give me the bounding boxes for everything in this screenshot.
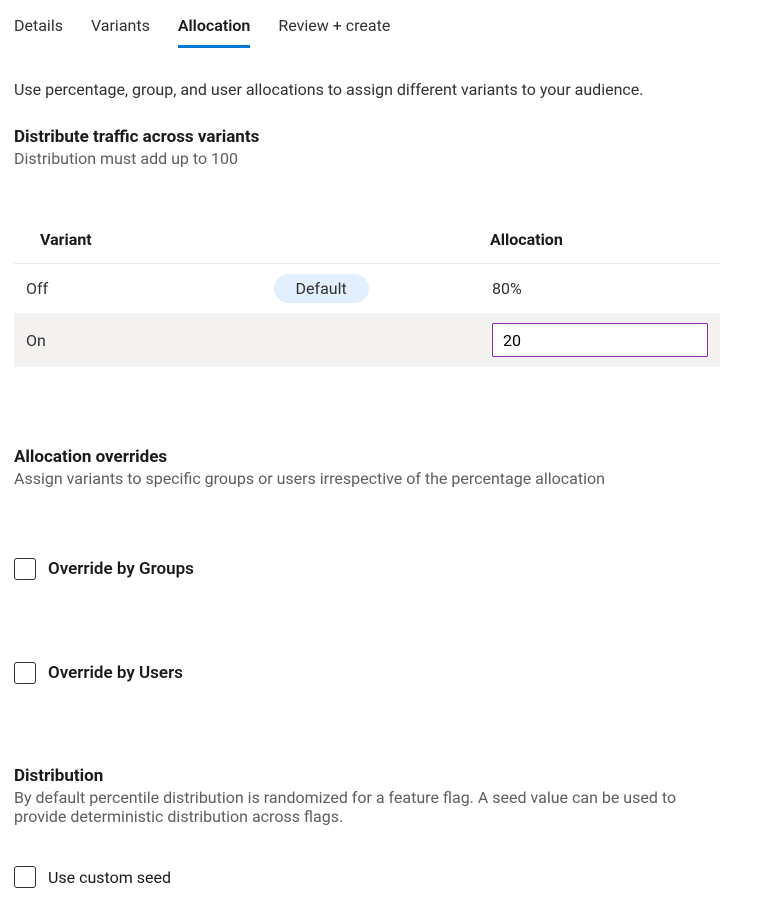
variant-name-cell: On bbox=[14, 313, 262, 367]
override-groups-row: Override by Groups bbox=[14, 558, 768, 580]
override-users-label: Override by Users bbox=[48, 663, 183, 683]
variant-name-cell: Off bbox=[14, 264, 262, 314]
overrides-title: Allocation overrides bbox=[14, 447, 768, 467]
variant-default-cell: Default bbox=[262, 264, 480, 314]
override-users-checkbox[interactable] bbox=[14, 662, 36, 684]
col-header-variant: Variant bbox=[14, 216, 262, 264]
allocation-input-cell bbox=[480, 313, 720, 367]
override-users-row: Override by Users bbox=[14, 662, 768, 684]
overrides-subtitle: Assign variants to specific groups or us… bbox=[14, 469, 714, 488]
override-groups-label: Override by Groups bbox=[48, 559, 194, 579]
tab-bar: Details Variants Allocation Review + cre… bbox=[0, 0, 782, 48]
override-groups-checkbox[interactable] bbox=[14, 558, 36, 580]
tab-review-create[interactable]: Review + create bbox=[278, 8, 390, 48]
distribution-title: Distribution bbox=[14, 766, 768, 786]
variant-default-cell bbox=[262, 313, 480, 367]
allocation-display-cell: 80% bbox=[480, 264, 720, 314]
custom-seed-checkbox[interactable] bbox=[14, 866, 36, 888]
distribute-title: Distribute traffic across variants bbox=[14, 127, 768, 147]
distribution-subtitle: By default percentile distribution is ra… bbox=[14, 788, 714, 826]
tab-variants[interactable]: Variants bbox=[91, 8, 150, 48]
distribute-subtitle: Distribution must add up to 100 bbox=[14, 149, 768, 168]
col-header-default bbox=[262, 216, 480, 264]
table-row: On bbox=[14, 313, 720, 367]
table-row: Off Default 80% bbox=[14, 264, 720, 314]
tab-details[interactable]: Details bbox=[14, 8, 63, 48]
default-badge: Default bbox=[274, 274, 369, 303]
allocation-input[interactable] bbox=[492, 323, 708, 357]
intro-text: Use percentage, group, and user allocati… bbox=[14, 80, 768, 99]
content-area: Use percentage, group, and user allocati… bbox=[0, 48, 782, 914]
col-header-allocation: Allocation bbox=[480, 216, 720, 264]
variant-table: Variant Allocation Off Default 80% On bbox=[14, 216, 720, 367]
custom-seed-label: Use custom seed bbox=[48, 868, 171, 887]
custom-seed-row: Use custom seed bbox=[14, 866, 768, 888]
tab-allocation[interactable]: Allocation bbox=[178, 8, 251, 48]
